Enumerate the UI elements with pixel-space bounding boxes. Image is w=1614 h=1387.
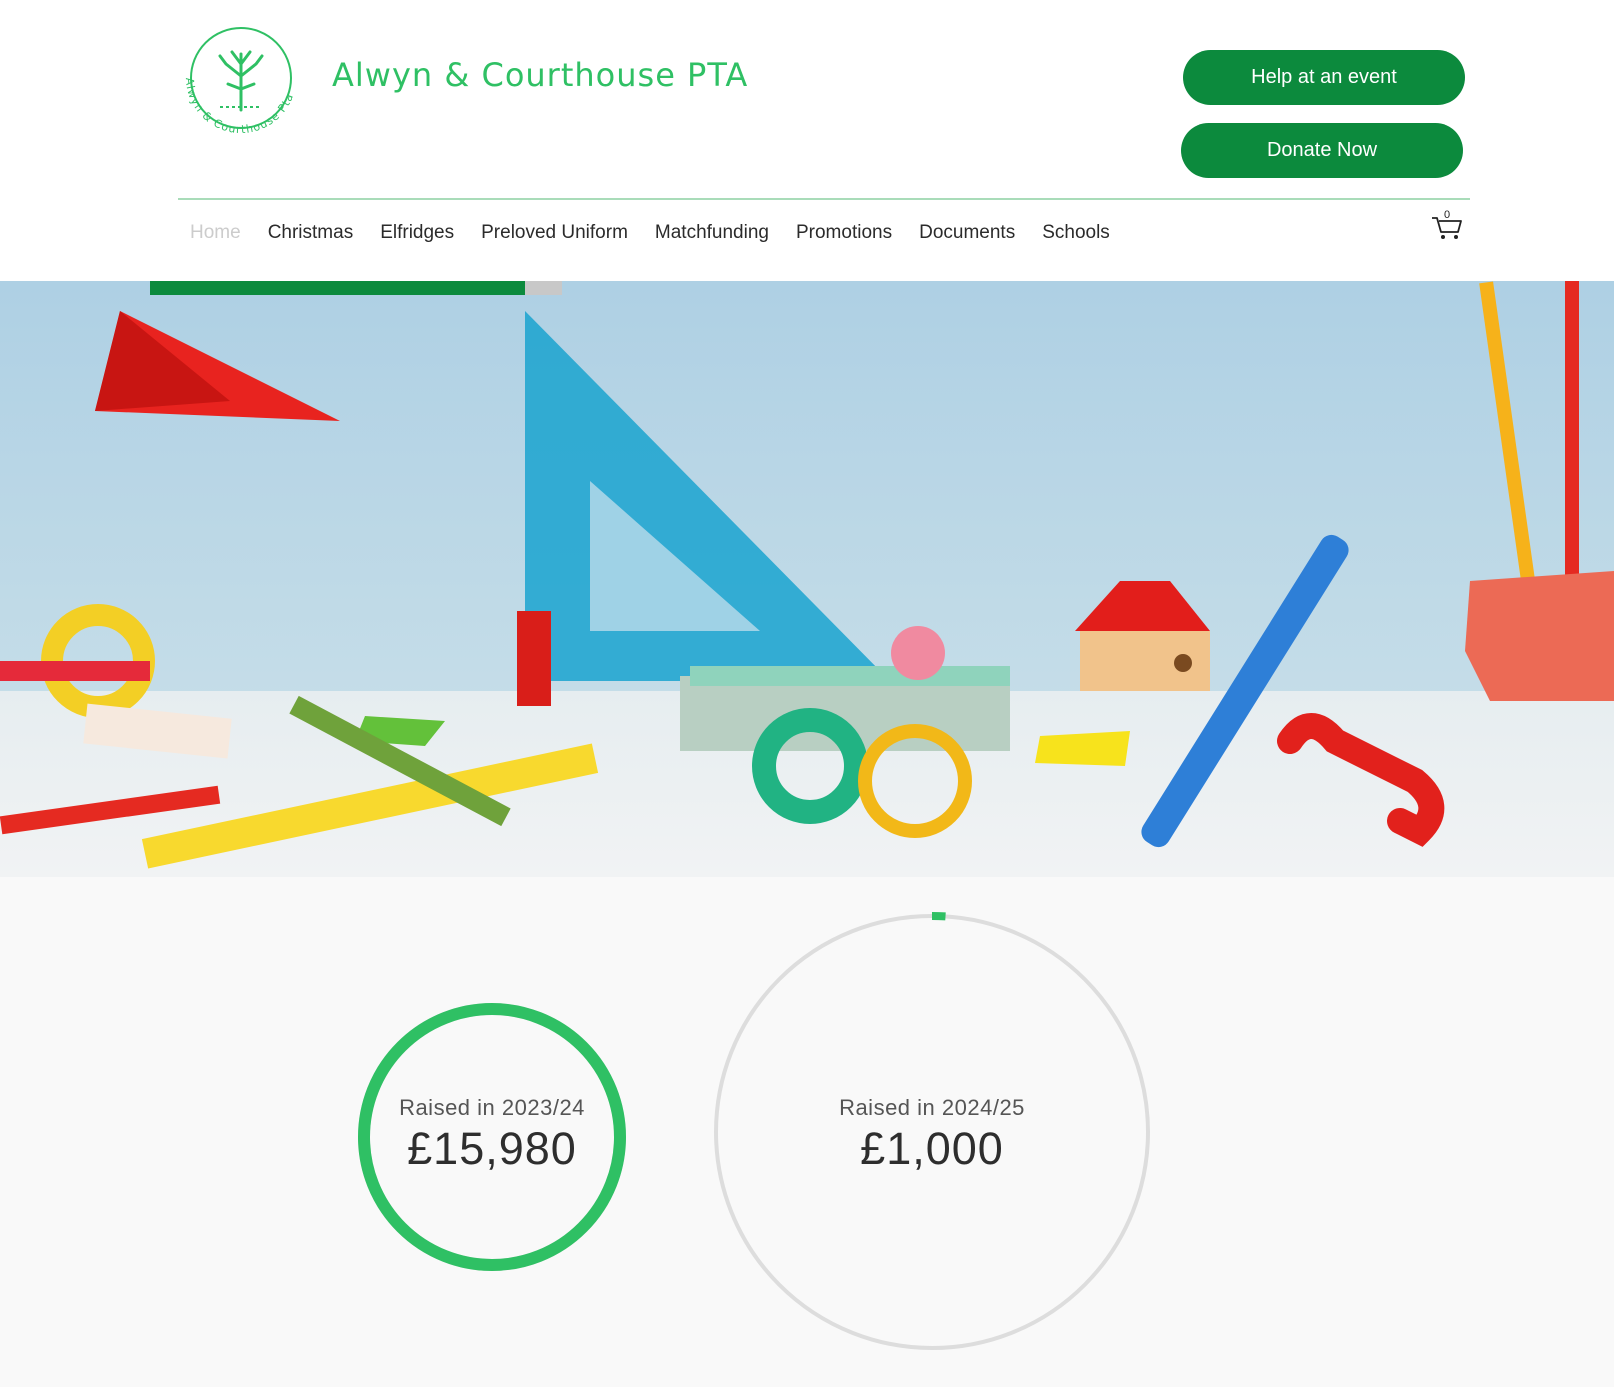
site-title[interactable]: Alwyn & Courthouse PTA xyxy=(332,56,748,94)
stat-label: Raised in 2023/24 xyxy=(399,1095,585,1120)
help-at-event-button[interactable]: Help at an event xyxy=(1183,50,1465,105)
stat-label: Raised in 2024/25 xyxy=(839,1095,1025,1120)
header-divider xyxy=(178,198,1470,200)
fundraising-stats: Raised in 2023/24 £15,980 Raised in 2024… xyxy=(0,877,1614,1387)
scroll-progress-bar xyxy=(150,281,562,295)
stat-value: £15,980 xyxy=(407,1123,577,1174)
nav-item-christmas[interactable]: Christmas xyxy=(268,222,354,244)
nav-item-elfridges[interactable]: Elfridges xyxy=(380,222,454,244)
hero-image xyxy=(0,281,1614,877)
nav-item-matchfunding[interactable]: Matchfunding xyxy=(655,222,769,244)
site-header: Alwyn & Courthouse Pta Alwyn & Courthous… xyxy=(0,0,1614,281)
stationery-hero-illustration xyxy=(0,281,1614,877)
nav-item-home[interactable]: Home xyxy=(190,222,241,244)
scroll-progress-fill xyxy=(150,281,525,295)
stat-2024-25: Raised in 2024/25 £1,000 xyxy=(812,1095,1052,1175)
donate-now-button[interactable]: Donate Now xyxy=(1181,123,1463,178)
nav-item-documents[interactable]: Documents xyxy=(919,222,1015,244)
cart-button[interactable]: 0 xyxy=(1430,206,1464,242)
nav-item-preloved-uniform[interactable]: Preloved Uniform xyxy=(481,222,628,244)
stat-2023-24: Raised in 2023/24 £15,980 xyxy=(372,1095,612,1175)
nav-item-promotions[interactable]: Promotions xyxy=(796,222,892,244)
stat-value: £1,000 xyxy=(860,1123,1004,1174)
main-nav: Home Christmas Elfridges Preloved Unifor… xyxy=(190,218,1137,248)
logo-tree-icon[interactable]: Alwyn & Courthouse Pta xyxy=(170,14,312,144)
cart-count: 0 xyxy=(1444,209,1451,221)
nav-item-schools[interactable]: Schools xyxy=(1042,222,1110,244)
